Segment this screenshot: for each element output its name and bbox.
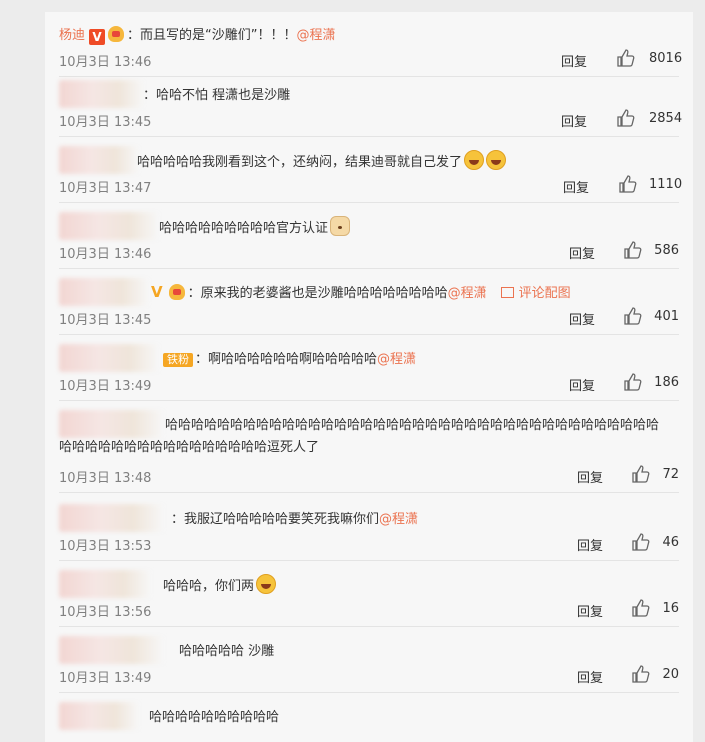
comment-image-label: 评论配图 (518, 286, 571, 301)
thumbs-up-icon[interactable] (616, 48, 636, 68)
mention-link[interactable]: @程潇 (448, 286, 487, 301)
blurred-username (59, 504, 164, 532)
comment-text-continued: 哈哈哈哈哈哈哈哈哈哈哈哈哈哈哈哈逗死人了 (59, 440, 320, 455)
comment-text: ：原来我的老婆酱也是沙雕哈哈哈哈哈哈哈哈 (187, 286, 448, 301)
thumbs-up-icon[interactable] (631, 532, 651, 552)
comment-text: 哈哈哈哈哈 沙雕 (179, 644, 275, 659)
comment-text: 哈哈哈哈哈哈哈哈哈哈哈哈哈哈哈哈哈哈哈哈哈哈哈哈哈哈哈哈哈哈哈哈哈哈哈哈哈哈 (165, 418, 660, 433)
comment-image-link[interactable]: 评论配图 (500, 286, 571, 301)
like-count: 1110 (649, 177, 683, 192)
comment-time: 10月3日 13:53 (59, 539, 152, 554)
comment-item: ：哈哈不怕 程潇也是沙雕 10月3日 13:45 回复 2854 (59, 80, 683, 137)
comment-item: V ：原来我的老婆酱也是沙雕哈哈哈哈哈哈哈哈@程潇 评论配图 10月3日 13:45… (59, 278, 679, 335)
blurred-username (59, 636, 164, 664)
blurred-username (59, 344, 159, 372)
comment-time: 10月3日 13:47 (59, 181, 152, 196)
image-icon (500, 287, 514, 298)
reply-button[interactable]: 回复 (561, 51, 587, 70)
like-count: 72 (662, 467, 679, 482)
comment-item: 哈哈哈，你们两 10月3日 13:56 回复 16 (59, 570, 679, 627)
reply-button[interactable]: 回复 (577, 467, 603, 486)
like-count: 186 (654, 375, 679, 390)
comment-item: 哈哈哈哈哈 沙雕 10月3日 13:49 回复 20 (59, 636, 679, 693)
comment-time: 10月3日 13:48 (59, 471, 152, 486)
mention-link[interactable]: @程潇 (297, 28, 336, 43)
comment-item: ：我服辽哈哈哈哈哈要笑死我嘛你们@程潇 10月3日 13:53 回复 46 (59, 504, 679, 561)
comment-text: 哈哈哈，你们两 (163, 579, 255, 594)
thumbs-up-icon[interactable] (631, 664, 651, 684)
like-count: 586 (654, 243, 679, 258)
verified-badge-icon: V (151, 283, 163, 301)
comment-text: 哈哈哈哈哈哈哈哈哈哈 (149, 710, 280, 725)
like-count: 46 (662, 535, 679, 550)
comment-text: ：啊哈哈哈哈哈哈啊哈哈哈哈哈 (195, 352, 378, 367)
mention-link[interactable]: @程潇 (379, 512, 418, 527)
blurred-username (59, 702, 139, 730)
blurred-username (59, 278, 149, 306)
comment-time: 10月3日 13:45 (59, 313, 152, 328)
comment-time: 10月3日 13:45 (59, 115, 152, 130)
doge-emoji-icon (330, 216, 351, 236)
reply-button[interactable]: 回复 (569, 309, 595, 328)
comment-text: ：我服辽哈哈哈哈哈要笑死我嘛你们 (171, 512, 380, 527)
thumbs-up-icon[interactable] (623, 306, 643, 326)
reply-button[interactable]: 回复 (561, 111, 587, 130)
comment-item: 哈哈哈哈哈哈哈哈哈哈 (59, 702, 679, 730)
commenter-name[interactable]: 杨迪 (59, 28, 85, 43)
crown-badge-icon (168, 284, 185, 300)
crown-badge-icon (108, 26, 125, 42)
comment-text: 哈哈哈哈哈哈哈哈哈官方认证 (159, 221, 329, 236)
reply-button[interactable]: 回复 (569, 375, 595, 394)
comment-item: 杨迪 V ：而且写的是“沙雕们”！！！@程潇 10月3日 13:46 回复 8016 (59, 20, 683, 77)
like-count: 8016 (649, 51, 683, 66)
thumbs-up-icon[interactable] (631, 464, 651, 484)
blurred-username (59, 410, 164, 438)
laugh-cry-emoji-icon (486, 150, 507, 170)
mention-link[interactable]: @程潇 (377, 352, 416, 367)
like-count: 20 (662, 667, 679, 682)
comment-item: 哈哈哈哈哈哈哈哈哈哈哈哈哈哈哈哈哈哈哈哈哈哈哈哈哈哈哈哈哈哈哈哈哈哈哈哈哈哈 哈… (59, 410, 679, 493)
like-count: 401 (654, 309, 679, 324)
comment-item: 哈哈哈哈哈哈哈哈哈官方认证 10月3日 13:46 回复 586 (59, 212, 679, 269)
reply-button[interactable]: 回复 (569, 243, 595, 262)
like-count: 16 (662, 601, 679, 616)
comment-text: ：而且写的是“沙雕们”！！！ (127, 28, 297, 43)
laugh-emoji-icon (256, 574, 277, 594)
comment-time: 10月3日 13:46 (59, 55, 152, 70)
reply-button[interactable]: 回复 (577, 535, 603, 554)
fan-badge: 铁粉 (163, 353, 193, 367)
blurred-username (59, 570, 151, 598)
comment-panel: 杨迪 V ：而且写的是“沙雕们”！！！@程潇 10月3日 13:46 回复 8016… (45, 12, 693, 742)
comment-time: 10月3日 13:49 (59, 379, 152, 394)
comment-item: 铁粉 ：啊哈哈哈哈哈哈啊哈哈哈哈哈@程潇 10月3日 13:49 回复 186 (59, 344, 679, 401)
laugh-cry-emoji-icon (464, 150, 485, 170)
blurred-username (59, 212, 159, 240)
thumbs-up-icon[interactable] (623, 240, 643, 260)
comment-time: 10月3日 13:56 (59, 605, 152, 620)
like-count: 2854 (649, 111, 683, 126)
comment-time: 10月3日 13:49 (59, 671, 152, 686)
comment-time: 10月3日 13:46 (59, 247, 152, 262)
thumbs-up-icon[interactable] (623, 372, 643, 392)
blurred-username (59, 146, 139, 174)
blurred-username (59, 80, 144, 108)
reply-button[interactable]: 回复 (577, 667, 603, 686)
reply-button[interactable]: 回复 (577, 601, 603, 620)
thumbs-up-icon[interactable] (618, 174, 638, 194)
comment-item: 哈哈哈哈哈我刚看到这个，还纳闷，结果迪哥就自己发了 10月3日 13:47 回复… (59, 146, 683, 203)
reply-button[interactable]: 回复 (563, 177, 589, 196)
thumbs-up-icon[interactable] (616, 108, 636, 128)
comment-text: 哈哈哈哈哈我刚看到这个，还纳闷，结果迪哥就自己发了 (137, 155, 463, 170)
verified-badge-icon: V (89, 29, 106, 45)
thumbs-up-icon[interactable] (631, 598, 651, 618)
comment-text: ：哈哈不怕 程潇也是沙雕 (143, 88, 291, 103)
